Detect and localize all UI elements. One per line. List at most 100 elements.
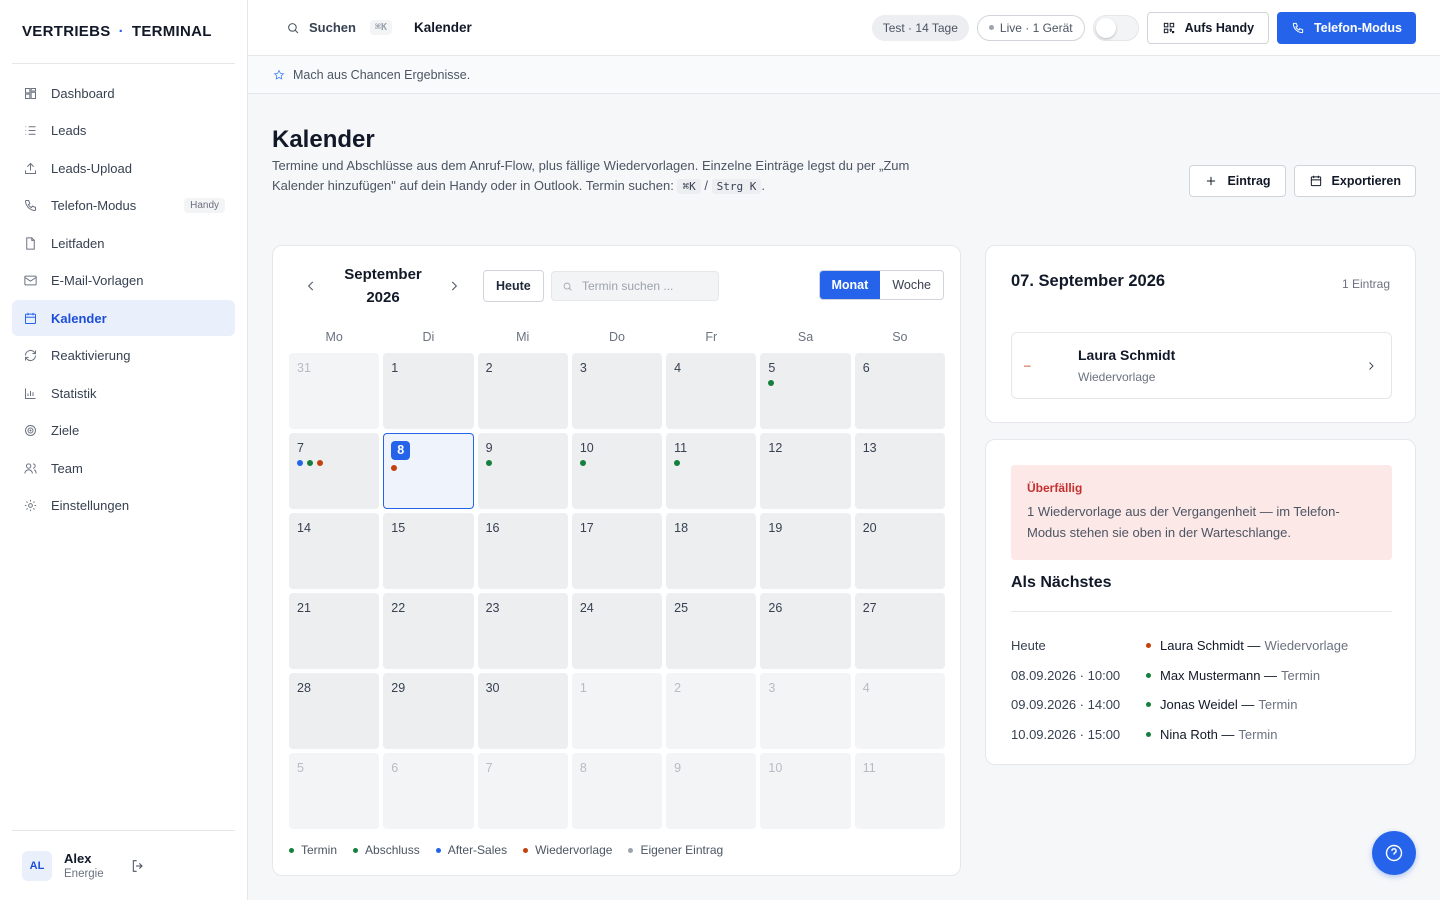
live-toggle[interactable] [1092,14,1139,41]
upcoming-type: Termin [1238,726,1278,742]
calendar-day-cell[interactable]: 11 [854,753,945,829]
calendar-day-cell[interactable]: 2 [477,353,568,429]
refresh-icon [25,350,36,361]
calendar-day-cell[interactable]: 4 [854,673,945,749]
upcoming-item[interactable]: 09.09.2026 · 14:00 Jonas Weidel — Termin [1011,690,1392,720]
chevron-right-icon[interactable] [447,279,461,293]
calendar-day-cell[interactable]: 3 [760,673,851,749]
logout-icon[interactable] [130,858,146,874]
sidebar-item-label: Team [51,460,83,476]
view-week-button[interactable]: Woche [880,271,943,299]
calendar-day-cell[interactable]: 8 [571,753,663,829]
day-entry[interactable]: – Laura Schmidt Wiedervorlage [1011,332,1392,399]
search-button[interactable]: Suchen ⌘K [286,20,393,35]
calendar-day-cell[interactable]: 12 [760,433,851,509]
calendar-day-cell[interactable]: 5 [760,353,851,429]
upcoming-item[interactable]: Heute Laura Schmidt — Wiedervorlage [1011,631,1392,661]
live-status-badge[interactable]: Live · 1 Gerät [976,14,1085,41]
send-to-phone-button[interactable]: Aufs Handy [1146,11,1270,44]
target-icon [25,425,36,436]
upcoming-type: Wiedervorlage [1264,638,1349,654]
help-button[interactable] [1372,831,1416,875]
user-org: Energie [64,868,104,880]
calendar-day-cell[interactable]: 16 [477,513,568,589]
calendar-day-cell[interactable]: 4 [666,353,757,429]
sidebar-item-reaktivierung[interactable]: Reaktivierung [12,338,235,374]
calendar-day-cell[interactable]: 29 [383,673,474,749]
chevron-left-icon[interactable] [304,279,318,293]
sidebar-item-einstellungen[interactable]: Einstellungen [12,488,235,524]
calendar-toolbar: September 2026 Heute Monat Woche [273,246,960,326]
day-number: 11 [674,441,688,455]
calendar-day-cell[interactable]: 8 [383,433,474,509]
upcoming-type: Termin [1281,667,1321,683]
calendar-day-cell[interactable]: 28 [289,673,380,749]
calendar-day-cell[interactable]: 2 [666,673,757,749]
calendar-day-cell[interactable]: 1 [571,673,663,749]
add-entry-button[interactable]: Eintrag [1189,165,1286,197]
calendar-day-cell[interactable]: 18 [666,513,757,589]
calendar-day-cell[interactable]: 23 [477,593,568,669]
calendar-day-cell[interactable]: 21 [289,593,380,669]
calendar-day-cell[interactable]: 19 [760,513,851,589]
phone-icon [24,200,36,212]
calendar-day-cell[interactable]: 10 [760,753,851,829]
sidebar-item-team[interactable]: Team [12,450,235,486]
trial-badge[interactable]: Test · 14 Tage [871,14,969,41]
calendar-day-cell[interactable]: 17 [571,513,663,589]
sidebar-item-e-mail-vorlagen[interactable]: E-Mail-Vorlagen [12,263,235,299]
phone-mode-button[interactable]: Telefon-Modus [1277,11,1416,44]
calendar-day-cell[interactable]: 14 [289,513,380,589]
sidebar-item-statistik[interactable]: Statistik [12,375,235,411]
upcoming-item[interactable]: 10.09.2026 · 15:00 Nina Roth — Termin [1011,720,1392,750]
sidebar-item-kalender[interactable]: Kalender [12,300,235,336]
calendar-day-cell[interactable]: 31 [289,353,380,429]
calendar-day-cell[interactable]: 5 [289,753,380,829]
today-button[interactable]: Heute [483,270,544,302]
sidebar-item-ziele[interactable]: Ziele [12,413,235,449]
sidebar-item-leads[interactable]: Leads [12,113,235,149]
day-number: 4 [862,681,870,695]
calendar-search[interactable] [551,271,719,301]
day-number: 18 [674,521,689,535]
view-month-button[interactable]: Monat [819,271,881,299]
calendar-search-input[interactable] [582,279,712,293]
sidebar-item-dashboard[interactable]: Dashboard [12,75,235,111]
avatar[interactable]: AL [22,850,52,881]
calendar-day-cell[interactable]: 22 [383,593,474,669]
legend-label: Abschluss [365,843,420,857]
calendar-day-cell[interactable]: 9 [477,433,568,509]
brand-logo[interactable]: VERTRIEBS · TERMINAL [12,0,235,64]
calendar-day-cell[interactable]: 15 [383,513,474,589]
calendar-day-cell[interactable]: 3 [571,353,663,429]
sidebar-item-leads-upload[interactable]: Leads-Upload [12,150,235,186]
sidebar-item-telefon-modus[interactable]: Telefon-Modus Handy [12,188,235,224]
calendar-day-cell[interactable]: 6 [854,353,945,429]
calendar-day-cell[interactable]: 7 [477,753,568,829]
day-number: 12 [768,441,783,455]
calendar-day-cell[interactable]: 13 [854,433,945,509]
mail-icon [24,275,37,286]
day-number: 19 [768,521,783,535]
sidebar-item-label: E-Mail-Vorlagen [51,273,144,288]
export-button[interactable]: Exportieren [1293,165,1416,197]
calendar-day-cell[interactable]: 11 [666,433,757,509]
calendar-day-cell[interactable]: 9 [666,753,757,829]
day-number: 6 [862,361,870,375]
calendar-day-cell[interactable]: 24 [571,593,663,669]
calendar-day-cell[interactable]: 26 [760,593,851,669]
calendar-day-cell[interactable]: 27 [854,593,945,669]
calendar-day-cell[interactable]: 6 [383,753,474,829]
calendar-day-cell[interactable]: 25 [666,593,757,669]
calendar-day-cell[interactable]: 7 [289,433,380,509]
calendar-day-cell[interactable]: 30 [477,673,568,749]
sidebar-item-leitfaden[interactable]: Leitfaden [12,225,235,261]
qr-code-icon [1163,22,1174,33]
calendar-day-cell[interactable]: 20 [854,513,945,589]
calendar-day-cell[interactable]: 1 [383,353,474,429]
weekday-label: Di [422,330,435,344]
calendar-day-cell[interactable]: 10 [571,433,663,509]
upcoming-item[interactable]: 08.09.2026 · 10:00 Max Mustermann — Termin [1011,661,1392,691]
calendar-card: September 2026 Heute Monat Woche Mo Di Mi D… [272,245,961,876]
day-number: 31 [297,361,311,375]
